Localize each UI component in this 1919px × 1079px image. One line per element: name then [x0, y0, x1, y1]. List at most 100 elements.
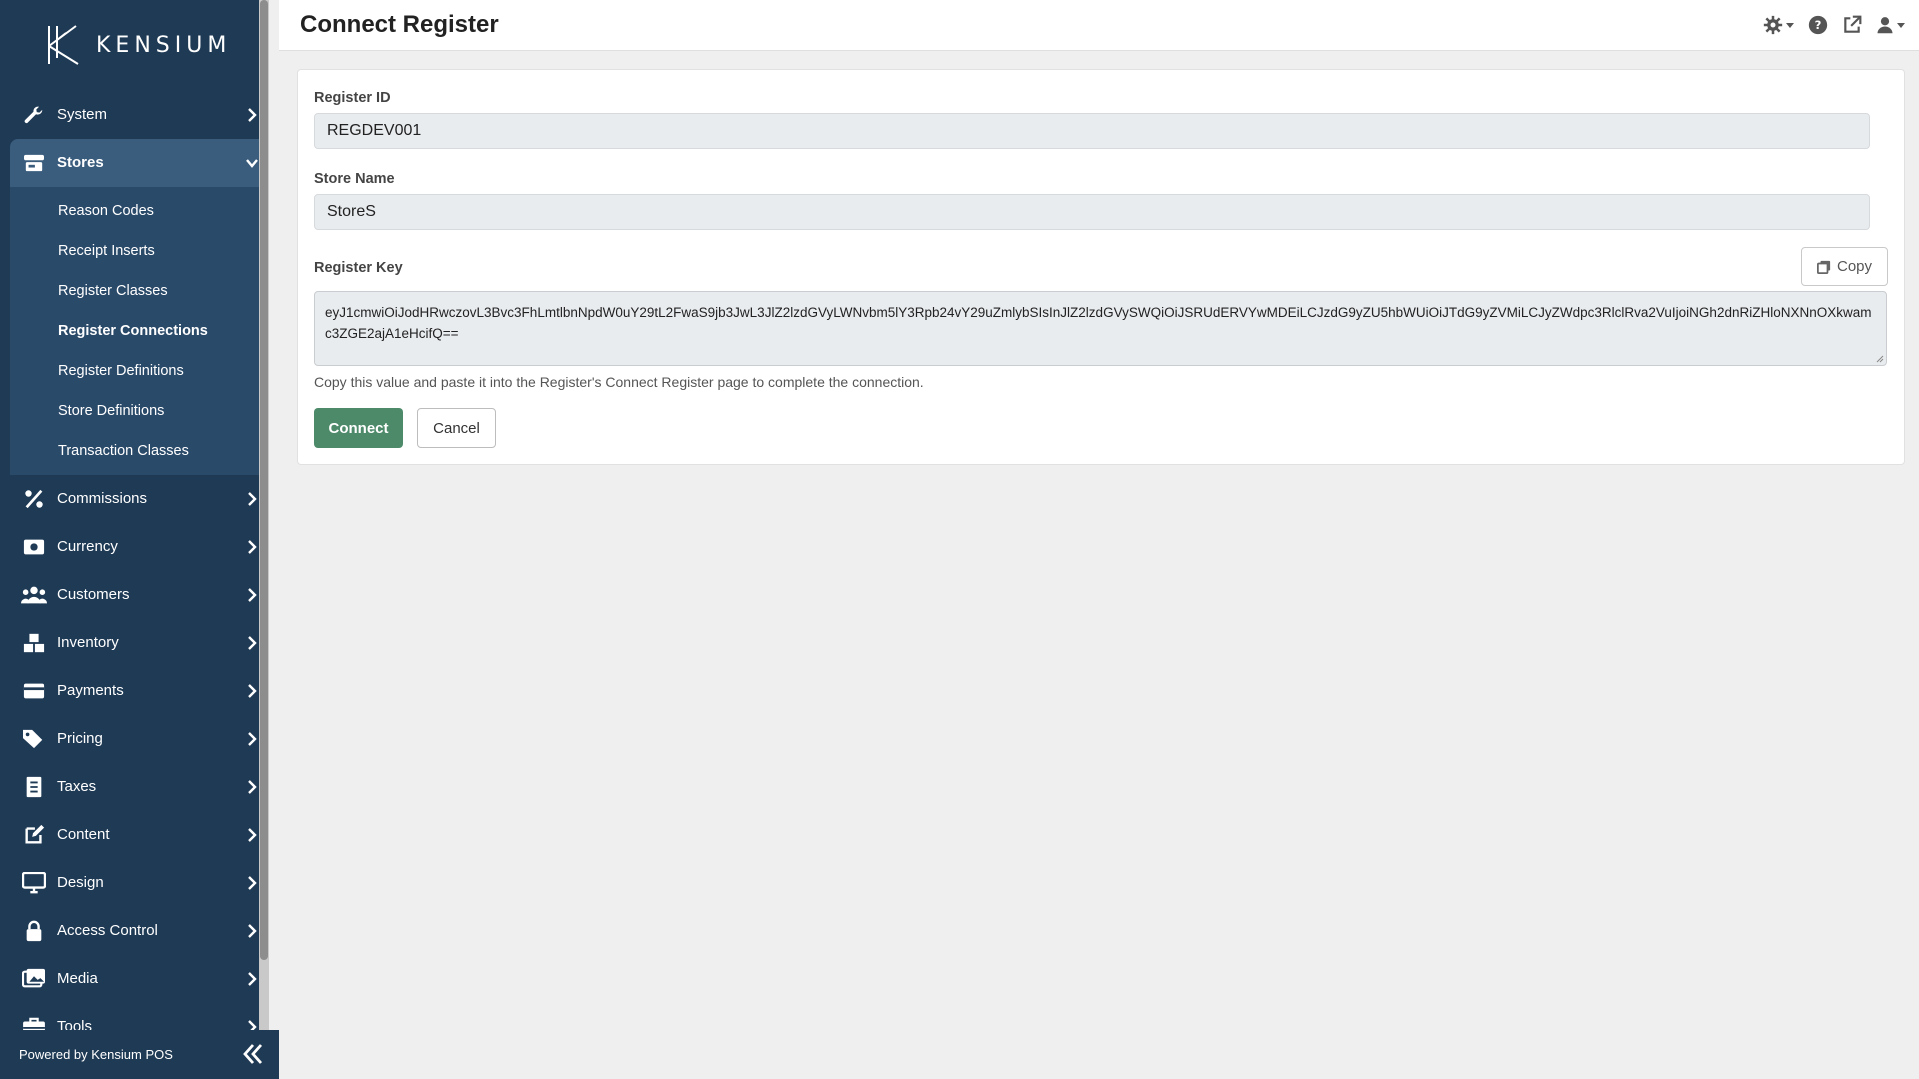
store-name-field[interactable]: StoreS [314, 194, 1870, 230]
chevron-right-icon [248, 540, 257, 554]
sidebar-scrollbar[interactable] [259, 0, 269, 1030]
collapse-sidebar-icon[interactable] [241, 1042, 265, 1066]
wrench-icon [21, 103, 47, 127]
register-key-label: Register Key [314, 260, 403, 276]
sidebar-item-label: Customers [57, 586, 130, 603]
sidebar-item-label: System [57, 106, 108, 123]
chevron-right-icon [248, 492, 257, 506]
register-id-label: Register ID [314, 90, 391, 106]
connect-button[interactable]: Connect [314, 408, 403, 448]
sidebar-scroll-area: KENSIUM System Stores Reason Codes Recei… [0, 0, 269, 1030]
chevron-down-icon [246, 159, 258, 168]
sidebar-item-label: Media [57, 970, 98, 987]
sidebar-subitem-transaction-classes[interactable]: Transaction Classes [10, 431, 269, 471]
sidebar-subitem-register-connections[interactable]: Register Connections [10, 311, 269, 351]
sidebar-item-payments[interactable]: Payments [10, 667, 269, 715]
svg-text:?: ? [1815, 18, 1822, 32]
caret-down-icon [1897, 22, 1905, 28]
kensium-logo-icon [48, 25, 79, 65]
sidebar-item-tools[interactable]: Tools [10, 1003, 269, 1030]
top-header: Connect Register ? [279, 0, 1919, 51]
store-icon [21, 151, 47, 175]
user-icon [1877, 17, 1893, 34]
sidebar-item-label: Pricing [57, 730, 103, 747]
powered-by-text: Powered by Kensium POS [19, 1047, 173, 1062]
credit-card-icon [21, 679, 47, 703]
sidebar-item-inventory[interactable]: Inventory [10, 619, 269, 667]
page-title: Connect Register [300, 11, 499, 38]
chevron-right-icon [248, 780, 257, 794]
sidebar-item-label: Commissions [57, 490, 148, 507]
sidebar-item-taxes[interactable]: Taxes [10, 763, 269, 811]
chevron-right-icon [248, 636, 257, 650]
sidebar-scrollbar-thumb[interactable] [260, 0, 268, 960]
sidebar-subitem-store-definitions[interactable]: Store Definitions [10, 391, 269, 431]
images-icon [21, 967, 47, 991]
boxes-icon [21, 631, 47, 655]
register-key-value: eyJ1cmwiOiJodHRwczovL3Bvc3FhLmtlbnNpdW0u… [325, 305, 1872, 341]
users-icon [21, 583, 47, 607]
money-bill-icon [21, 535, 47, 559]
user-menu[interactable] [1876, 16, 1905, 34]
sidebar-item-commissions[interactable]: Commissions [10, 475, 269, 523]
sidebar-item-label: Taxes [57, 778, 97, 795]
header-toolbar: ? [1763, 15, 1905, 35]
sidebar-subitem-receipt-inserts[interactable]: Receipt Inserts [10, 231, 269, 271]
sidebar-item-access-control[interactable]: Access Control [10, 907, 269, 955]
tags-icon [21, 727, 47, 751]
edit-icon [21, 823, 47, 847]
sidebar-item-design[interactable]: Design [10, 859, 269, 907]
sidebar-item-content[interactable]: Content [10, 811, 269, 859]
sidebar-item-label: Access Control [57, 922, 158, 939]
chevron-right-icon [248, 828, 257, 842]
connect-register-form: Register ID REGDEV001 Store Name StoreS … [297, 69, 1905, 465]
sidebar-subitem-reason-codes[interactable]: Reason Codes [10, 191, 269, 231]
sidebar-menu: System Stores Reason Codes Receipt Inser… [10, 91, 269, 1030]
percent-icon [21, 487, 47, 511]
chevron-right-icon [248, 972, 257, 986]
copy-button-label: Copy [1836, 258, 1873, 275]
logo[interactable]: KENSIUM [46, 24, 231, 66]
toolbox-icon [21, 1015, 47, 1030]
sidebar-item-label: Tools [57, 1018, 93, 1030]
chevron-right-icon [248, 1020, 257, 1030]
register-key-textarea[interactable]: eyJ1cmwiOiJodHRwczovL3Bvc3FhLmtlbnNpdW0u… [314, 291, 1887, 366]
copy-button[interactable]: Copy [1801, 247, 1888, 286]
sidebar-item-system[interactable]: System [10, 91, 269, 139]
chevron-right-icon [248, 684, 257, 698]
chevron-right-icon [248, 588, 257, 602]
stores-submenu: Reason Codes Receipt Inserts Register Cl… [10, 187, 269, 475]
sidebar-item-label: Content [57, 826, 110, 843]
cancel-button[interactable]: Cancel [417, 408, 496, 448]
brand-name: KENSIUM [96, 32, 232, 58]
store-name-label: Store Name [314, 171, 395, 187]
settings-menu[interactable] [1763, 15, 1794, 35]
receipt-icon [21, 775, 47, 799]
sidebar-item-media[interactable]: Media [10, 955, 269, 1003]
register-key-hint: Copy this value and paste it into the Re… [314, 374, 924, 390]
help-icon[interactable]: ? [1808, 15, 1828, 35]
settings-icon [1763, 15, 1783, 35]
sidebar-item-label: Design [57, 874, 104, 891]
sidebar-item-pricing[interactable]: Pricing [10, 715, 269, 763]
chevron-right-icon [248, 924, 257, 938]
sidebar-item-label: Payments [57, 682, 124, 699]
sidebar-subitem-register-definitions[interactable]: Register Definitions [10, 351, 269, 391]
sidebar: KENSIUM System Stores Reason Codes Recei… [0, 0, 269, 1079]
sidebar-subitem-register-classes[interactable]: Register Classes [10, 271, 269, 311]
sidebar-item-customers[interactable]: Customers [10, 571, 269, 619]
chevron-right-icon [248, 876, 257, 890]
lock-icon [21, 919, 47, 943]
sidebar-item-stores[interactable]: Stores [10, 139, 269, 187]
copy-icon [1816, 260, 1831, 274]
desktop-icon [21, 871, 47, 895]
chevron-right-icon [248, 108, 257, 122]
chevron-right-icon [248, 732, 257, 746]
register-id-field[interactable]: REGDEV001 [314, 113, 1870, 149]
sidebar-item-currency[interactable]: Currency [10, 523, 269, 571]
resize-grip-icon[interactable] [1876, 355, 1884, 363]
sidebar-item-label: Stores [57, 154, 104, 171]
caret-down-icon [1786, 22, 1794, 28]
sidebar-footer: Powered by Kensium POS [0, 1030, 279, 1079]
external-link-icon[interactable] [1842, 15, 1862, 35]
